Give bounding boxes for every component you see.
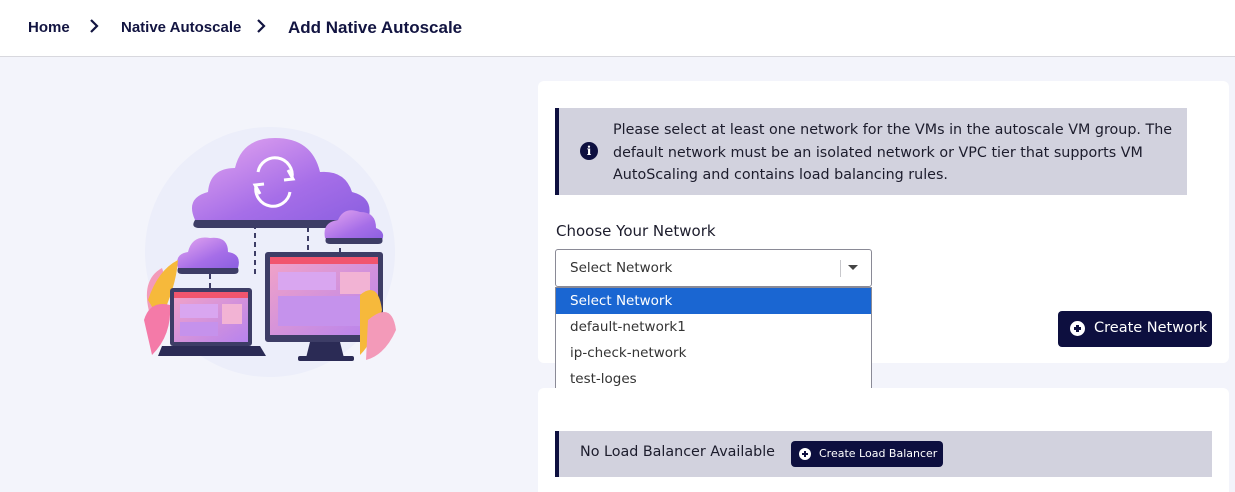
breadcrumb-home[interactable]: Home — [28, 19, 70, 36]
network-select[interactable]: Select Network — [555, 249, 872, 287]
caret-down-icon[interactable] — [848, 265, 858, 270]
network-option-ip-check-network[interactable]: ip-check-network — [556, 340, 871, 366]
network-option-default-network1[interactable]: default-network1 — [556, 314, 871, 340]
no-load-balancer-text: No Load Balancer Available — [580, 444, 775, 460]
info-alert: i Please select at least one network for… — [555, 108, 1187, 195]
choose-network-label: Choose Your Network — [556, 222, 716, 240]
create-load-balancer-label: Create Load Balancer — [819, 447, 938, 460]
select-divider — [840, 260, 841, 277]
header: Home Native Autoscale Add Native Autosca… — [0, 0, 1235, 57]
page-title: Add Native Autoscale — [288, 18, 463, 37]
info-icon: i — [580, 142, 598, 160]
create-network-button[interactable]: Create Network — [1058, 311, 1212, 347]
chevron-right-icon — [90, 19, 99, 33]
breadcrumb-native-autoscale[interactable]: Native Autoscale — [121, 19, 241, 36]
plus-circle-icon — [1070, 321, 1085, 336]
network-dropdown-menu: Select Network default-network1 ip-check… — [555, 287, 872, 392]
chevron-right-icon — [257, 19, 266, 33]
create-network-label: Create Network — [1094, 320, 1208, 336]
network-option-select-network[interactable]: Select Network — [556, 288, 871, 314]
network-select-value: Select Network — [570, 260, 673, 276]
plus-circle-icon — [799, 448, 811, 460]
load-balancer-alert: No Load Balancer Available Create Load B… — [555, 431, 1212, 477]
create-load-balancer-button[interactable]: Create Load Balancer — [791, 441, 943, 467]
info-alert-text: Please select at least one network for t… — [613, 122, 1173, 183]
cloud-devices-illustration — [144, 127, 396, 377]
